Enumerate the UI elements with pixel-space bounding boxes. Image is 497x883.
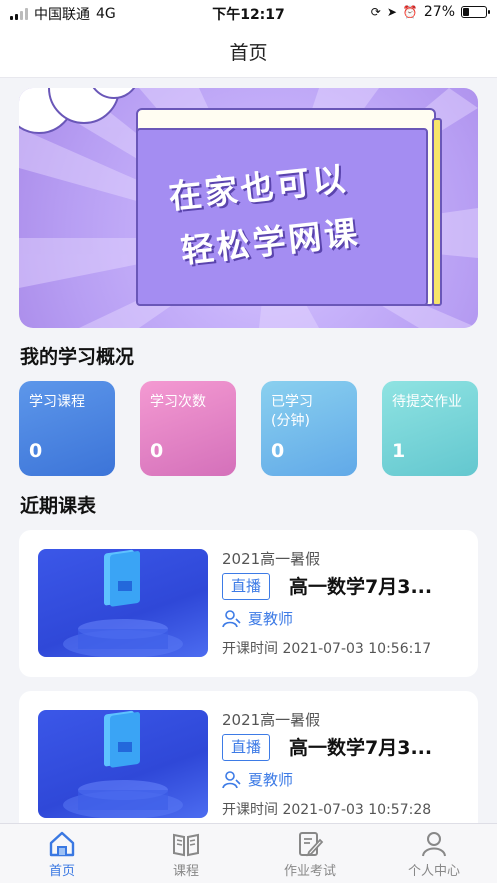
- person-icon: [422, 832, 446, 857]
- book-spine: [432, 118, 442, 306]
- stat-card-pending-homework[interactable]: 待提交作业 1: [382, 381, 478, 476]
- schedule-section-title: 近期课表: [20, 495, 97, 517]
- tab-label: 课程: [172, 864, 199, 879]
- stat-label: 学习课程: [29, 394, 85, 410]
- rotation-lock-icon: ⟳: [370, 5, 381, 19]
- bottom-tab-bar: 首页 课程 作业考试 个人中心: [0, 823, 497, 883]
- book-illustration: 在家也可以 轻松学网课: [136, 108, 442, 306]
- stat-value: 0: [150, 440, 164, 462]
- course-thumbnail: [38, 710, 208, 818]
- stat-value: 0: [271, 440, 285, 462]
- teacher-icon: [222, 770, 241, 788]
- navigation-bar: 首页: [0, 26, 497, 78]
- stat-card-courses[interactable]: 学习课程 0: [19, 381, 115, 476]
- course-title[interactable]: 高一数学7月3...: [289, 572, 469, 599]
- course-card[interactable]: 2021高一暑假 直播 高一数学7月3... 夏教师 开课时间 2021-07-…: [19, 530, 478, 677]
- cloud-decoration: [19, 88, 136, 134]
- status-bar: 中国联通 4G 下午12:17 ⟳ ➤ ⏰ 27%: [0, 0, 497, 26]
- battery-percent: 27%: [423, 4, 455, 20]
- tab-label: 个人中心: [407, 864, 460, 879]
- tab-label: 首页: [48, 864, 75, 879]
- page-title: 首页: [229, 42, 268, 64]
- stat-card-sessions[interactable]: 学习次数 0: [140, 381, 236, 476]
- course-category: 2021高一暑假: [222, 711, 321, 729]
- course-teacher: 夏教师: [222, 769, 293, 790]
- tab-label: 作业考试: [283, 864, 336, 879]
- course-book-illustration: [63, 710, 183, 818]
- edit-icon: [299, 832, 324, 857]
- course-start-time: 开课时间 2021-07-03 10:56:17: [222, 641, 432, 657]
- stat-label: 学习次数: [150, 394, 206, 410]
- battery-icon: [461, 6, 490, 18]
- overview-section-title: 我的学习概况: [20, 346, 135, 368]
- book-icon: [173, 833, 199, 857]
- course-title[interactable]: 高一数学7月3...: [289, 733, 469, 760]
- tab-courses[interactable]: 课程: [124, 830, 248, 879]
- teacher-name: 夏教师: [248, 610, 294, 628]
- live-badge: 直播: [222, 734, 271, 761]
- stat-value: 1: [392, 440, 406, 462]
- course-start-time: 开课时间 2021-07-03 10:57:28: [222, 802, 432, 818]
- tab-home[interactable]: 首页: [0, 830, 124, 879]
- teacher-icon: [222, 609, 241, 627]
- home-icon: [49, 831, 75, 857]
- tab-homework-exams[interactable]: 作业考试: [248, 830, 372, 879]
- stat-label: 待提交作业: [392, 394, 462, 410]
- alarm-icon: ⏰: [402, 5, 418, 19]
- course-category: 2021高一暑假: [222, 550, 321, 568]
- stat-value: 0: [29, 440, 43, 462]
- course-thumbnail: [38, 549, 208, 657]
- stat-card-minutes[interactable]: 已学习 (分钟) 0: [261, 381, 357, 476]
- stat-label: 已学习 (分钟): [271, 394, 313, 429]
- tab-profile[interactable]: 个人中心: [372, 830, 496, 879]
- battery-fill: [463, 8, 469, 16]
- book-cover: 在家也可以 轻松学网课: [136, 128, 428, 306]
- promo-banner[interactable]: 在家也可以 轻松学网课: [19, 88, 478, 328]
- course-teacher: 夏教师: [222, 608, 293, 629]
- location-arrow-icon: ➤: [386, 5, 397, 19]
- teacher-name: 夏教师: [248, 771, 294, 789]
- course-card[interactable]: 2021高一暑假 直播 高一数学7月3... 夏教师 开课时间 2021-07-…: [19, 691, 478, 838]
- status-right: ⟳ ➤ ⏰ 27%: [370, 4, 490, 20]
- course-book-illustration: [63, 549, 183, 657]
- live-badge: 直播: [222, 573, 271, 600]
